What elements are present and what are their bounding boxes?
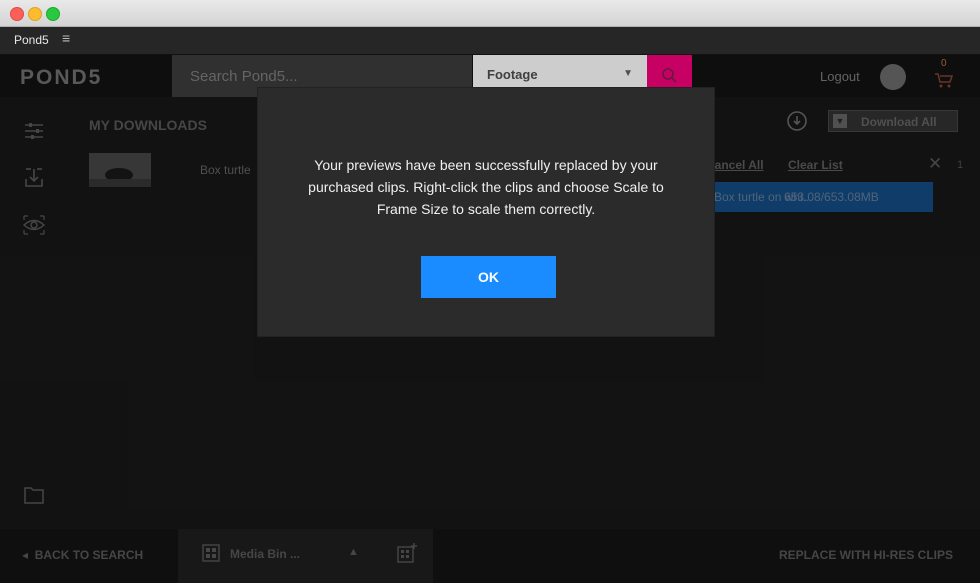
- ok-button[interactable]: OK: [421, 256, 556, 298]
- panel-menu-icon[interactable]: ≡: [62, 30, 70, 46]
- panel-tab-bar: Pond5 ≡: [0, 27, 980, 55]
- window-titlebar: [0, 0, 980, 27]
- replace-success-dialog: Your previews have been successfully rep…: [258, 88, 714, 336]
- minimize-window-button[interactable]: [28, 7, 42, 21]
- close-window-button[interactable]: [10, 7, 24, 21]
- zoom-window-button[interactable]: [46, 7, 60, 21]
- panel-tab-pond5[interactable]: Pond5: [14, 33, 49, 47]
- dialog-message: Your previews have been successfully rep…: [308, 157, 664, 217]
